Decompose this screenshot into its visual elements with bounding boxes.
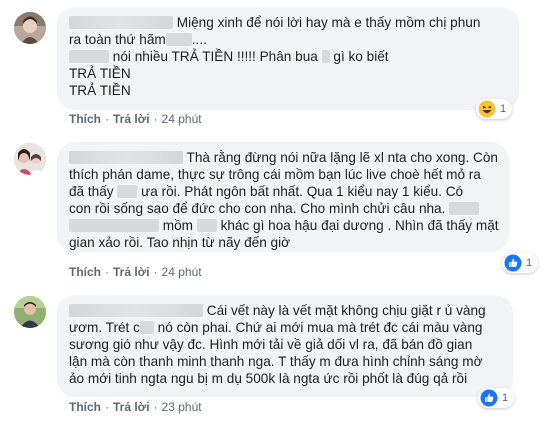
separator-dot: · — [153, 265, 158, 279]
avatar[interactable] — [14, 12, 46, 44]
reply-link[interactable]: Trả lời — [113, 112, 150, 126]
reaction-summary[interactable]: 1 — [502, 253, 539, 273]
reaction-count: 1 — [502, 392, 509, 404]
comment-bubble: Cái vết này là vết mặt không chịu giặt r… — [57, 295, 513, 397]
reply-link[interactable]: Trả lời — [113, 265, 150, 279]
comment-bubble: Thà rằng đừng nói nữa lặng lẽ xl nta cho… — [57, 142, 509, 252]
avatar[interactable] — [14, 143, 46, 175]
like-icon — [504, 254, 522, 272]
redacted-word — [321, 50, 330, 63]
redacted-word — [69, 219, 159, 232]
comment-actions: Thích · Trả lời · 24 phút — [69, 265, 202, 279]
like-link[interactable]: Thích — [69, 112, 101, 126]
like-icon — [480, 389, 498, 407]
separator-dot: · — [153, 112, 158, 126]
redacted-word — [139, 321, 154, 334]
comment-text-line: gian xảo rồi. Tao nhịn từ nãy đến giờ — [69, 235, 291, 250]
like-link[interactable]: Thích — [69, 400, 101, 414]
comment-thread: Miệng xinh để nói lời hay mà e thấy mồm … — [0, 0, 554, 427]
timestamp[interactable]: 24 phút — [162, 265, 202, 279]
comment-text-line: đã thấy ưa rồi. Phát ngôn bất nhất. Qua … — [69, 184, 464, 199]
timestamp[interactable]: 23 phút — [162, 400, 202, 414]
comment-text-line: ảo mới tinh ngta ngu bị m dụ 500k là ngt… — [69, 371, 468, 386]
comment-actions: Thích · Trả lời · 24 phút — [69, 112, 202, 126]
avatar[interactable] — [14, 296, 46, 328]
avatar-photo-icon — [14, 143, 46, 175]
avatar-photo-icon — [14, 12, 46, 44]
redacted-word — [449, 202, 480, 215]
redacted-word — [196, 219, 217, 232]
comment-text-line: ươm. Trét c nó còn phai. Chứ ai mới mua … — [69, 320, 483, 335]
comment-text-line: lận mà còn thanh minh thanh nga. T thấy … — [69, 354, 483, 369]
redacted-word — [69, 50, 109, 63]
author-name-redacted[interactable] — [69, 151, 183, 164]
comment-text-line: ra toàn thứ hãm.... — [69, 32, 207, 47]
comment-text-line: TRẢ TIỀN — [69, 66, 131, 81]
haha-icon — [478, 100, 496, 118]
comment-bubble: Miệng xinh để nói lời hay mà e thấy mồm … — [57, 7, 519, 110]
redacted-word — [117, 185, 138, 198]
comment-text-line: nói nhiều TRẢ TIỀN !!!!! Phân bua gì ko … — [69, 48, 507, 65]
comment-text-line: sương gió như vậy đc. Hình mới tải về gi… — [69, 337, 473, 352]
author-name-redacted[interactable] — [69, 16, 173, 29]
like-link[interactable]: Thích — [69, 265, 101, 279]
reaction-summary[interactable]: 1 — [476, 99, 513, 119]
separator-dot: · — [153, 400, 158, 414]
comment-text-line: con rồi sống sao để đức cho con nha. Cho… — [69, 200, 497, 217]
timestamp[interactable]: 24 phút — [162, 112, 202, 126]
comment-text-line: TRẢ TIỀN — [69, 83, 131, 98]
reaction-count: 1 — [500, 103, 507, 115]
comment-text-line: Cái vết này là vết mặt không chịu giặt r… — [69, 302, 501, 319]
avatar-photo-icon — [14, 296, 46, 328]
comment-actions: Thích · Trả lời · 23 phút — [69, 400, 202, 414]
comment-text-line: Thà rằng đừng nói nữa lặng lẽ xl nta cho… — [69, 149, 498, 166]
separator-dot: · — [105, 400, 109, 414]
separator-dot: · — [105, 265, 109, 279]
reaction-summary[interactable]: 1 — [478, 388, 515, 408]
redacted-word — [165, 33, 192, 46]
author-name-redacted[interactable] — [69, 304, 203, 317]
separator-dot: · — [105, 112, 109, 126]
reaction-count: 1 — [526, 257, 533, 269]
comment-text-line: Miệng xinh để nói lời hay mà e thấy mồm … — [69, 14, 507, 31]
comment-text-line: thích phán dame, thực sự trông cái mồm b… — [69, 167, 481, 182]
comment-text-line: mồm khác gì hoa hậu đại dương . Nhìn đã … — [69, 217, 499, 234]
reply-link[interactable]: Trả lời — [113, 400, 150, 414]
